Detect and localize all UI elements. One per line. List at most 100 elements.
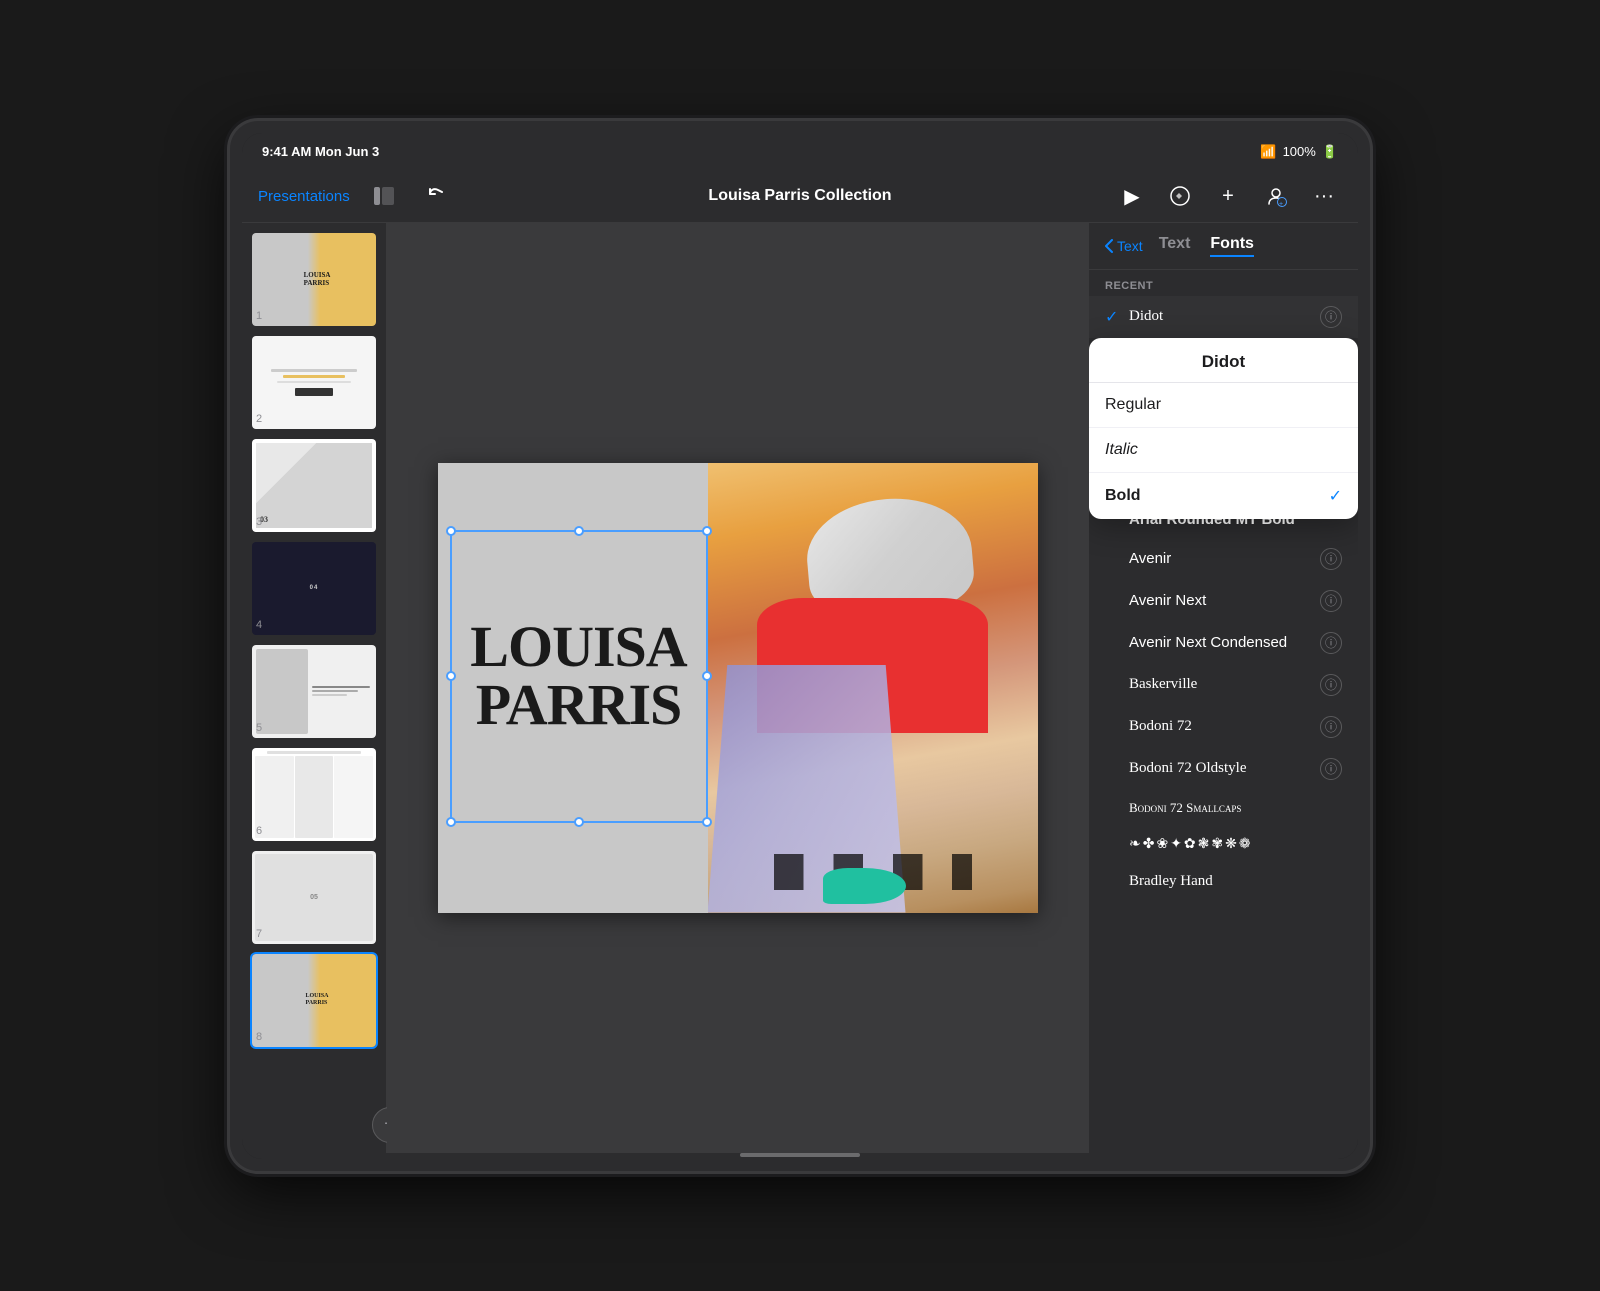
slide-thumb-2[interactable]: 2 (250, 334, 378, 431)
tab-text[interactable]: Text (1159, 235, 1191, 257)
status-right: 📶 100% 🔋 (1260, 144, 1338, 160)
font-name-zapf: ❧✤❀✦✿❃✾❋❁ (1129, 836, 1342, 853)
font-name-didot: Didot (1129, 308, 1320, 325)
didot-dropdown: Didot Regular Italic Bold ✓ (1089, 338, 1358, 519)
slide-thumb-5[interactable]: 5 (250, 643, 378, 740)
font-item-avenir-next-condensed[interactable]: Avenir Next Condensed ⓘ (1089, 622, 1358, 664)
font-item-bradley-hand[interactable]: Bradley Hand (1089, 863, 1358, 900)
slide-canvas: LOUISA PARRIS (438, 463, 1038, 913)
slide-thumb-8[interactable]: LOUISAPARRIS 8 (250, 952, 378, 1049)
panel-back-label: Text (1117, 238, 1143, 254)
font-name-avenir: Avenir (1129, 550, 1320, 567)
canvas-area[interactable]: LOUISA PARRIS (387, 223, 1088, 1153)
selection-handle-tl[interactable] (446, 526, 456, 536)
selection-handle-bl[interactable] (446, 817, 456, 827)
font-item-bodoni72-smallcaps[interactable]: Bodoni 72 Smallcaps (1089, 790, 1358, 826)
collaboration-button[interactable]: + (1258, 178, 1294, 214)
font-item-zapf-dingbats[interactable]: ❧✤❀✦✿❃✾❋❁ (1089, 826, 1358, 863)
dropdown-title: Didot (1089, 338, 1358, 383)
status-bar: 9:41 AM Mon Jun 3 📶 100% 🔋 (242, 133, 1358, 171)
selection-handle-br[interactable] (702, 817, 712, 827)
panel-back-button[interactable]: Text (1105, 238, 1143, 254)
panel-tabs: Text Fonts (1159, 235, 1254, 257)
toolbar: Presentations Louisa Parris Collection ▶ (242, 171, 1358, 223)
slide-number-3: 3 (256, 516, 262, 528)
selection-handle-tr[interactable] (702, 526, 712, 536)
font-name-avenir-next-condensed: Avenir Next Condensed (1129, 634, 1320, 651)
battery-percent: 100% (1283, 144, 1316, 159)
toolbar-left: Presentations (258, 178, 458, 214)
undo-button[interactable] (418, 178, 454, 214)
font-check-didot: ✓ (1105, 307, 1121, 327)
add-slide-button[interactable]: + (372, 1107, 387, 1143)
font-item-didot[interactable]: ✓ Didot ⓘ Didot Regular Italic (1089, 296, 1358, 338)
main-area: LOUISAPARRIS 1 2 (242, 223, 1358, 1153)
font-list: RECENT ✓ Didot ⓘ Didot Regular (1089, 270, 1358, 1153)
svg-text:+: + (1279, 201, 1283, 207)
text-selection-box[interactable]: LOUISA PARRIS (450, 530, 708, 823)
more-options-button[interactable]: ··· (1306, 178, 1342, 214)
recent-section-label: RECENT (1089, 270, 1358, 296)
tab-fonts[interactable]: Fonts (1210, 235, 1254, 257)
font-info-avenir-next[interactable]: ⓘ (1320, 590, 1342, 612)
dropdown-item-italic[interactable]: Italic (1089, 428, 1358, 473)
slide-background-right (708, 463, 1038, 913)
dropdown-check-bold: ✓ (1329, 486, 1342, 506)
font-info-bodoni72[interactable]: ⓘ (1320, 716, 1342, 738)
slide-number-5: 5 (256, 722, 262, 734)
toolbar-right: ▶ + + ··· (1114, 178, 1342, 214)
slide-thumb-3[interactable]: 03 3 (250, 437, 378, 534)
dropdown-item-regular[interactable]: Regular (1089, 383, 1358, 428)
dropdown-item-bold[interactable]: Bold ✓ (1089, 473, 1358, 519)
font-name-bradley-hand: Bradley Hand (1129, 873, 1342, 890)
right-panel: Text Text Fonts RECENT ✓ Didot ⓘ (1088, 223, 1358, 1153)
battery-icon: 🔋 (1322, 144, 1338, 160)
font-info-avenir[interactable]: ⓘ (1320, 548, 1342, 570)
selection-handle-tc[interactable] (574, 526, 584, 536)
font-item-baskerville[interactable]: Baskerville ⓘ (1089, 664, 1358, 706)
font-item-bodoni72-oldstyle[interactable]: Bodoni 72 Oldstyle ⓘ (1089, 748, 1358, 790)
font-name-bodoni72: Bodoni 72 (1129, 718, 1320, 735)
font-info-baskerville[interactable]: ⓘ (1320, 674, 1342, 696)
status-time: 9:41 AM Mon Jun 3 (262, 144, 379, 159)
slide-number-8: 8 (256, 1031, 262, 1043)
font-name-bodoni72-smallcaps: Bodoni 72 Smallcaps (1129, 800, 1342, 816)
font-info-bodoni72-oldstyle[interactable]: ⓘ (1320, 758, 1342, 780)
selection-handle-ml[interactable] (446, 671, 456, 681)
font-name-baskerville: Baskerville (1129, 676, 1320, 693)
slide-number-2: 2 (256, 413, 262, 425)
play-button[interactable]: ▶ (1114, 178, 1150, 214)
ipad-frame: 9:41 AM Mon Jun 3 📶 100% 🔋 Presentations (230, 121, 1370, 1171)
font-name-avenir-next: Avenir Next (1129, 592, 1320, 609)
slide-panel: LOUISAPARRIS 1 2 (242, 223, 387, 1153)
slide-thumb-4[interactable]: 04 4 (250, 540, 378, 637)
home-bar[interactable] (740, 1153, 860, 1157)
document-title[interactable]: Louisa Parris Collection (708, 187, 891, 205)
font-item-bodoni72[interactable]: Bodoni 72 ⓘ (1089, 706, 1358, 748)
selection-handle-bc[interactable] (574, 817, 584, 827)
sidebar-toggle-button[interactable] (366, 178, 402, 214)
ipad-screen: 9:41 AM Mon Jun 3 📶 100% 🔋 Presentations (242, 133, 1358, 1159)
slide-text-line1: LOUISA (470, 618, 686, 676)
dropdown-variant-italic: Italic (1105, 441, 1342, 459)
slide-number-6: 6 (256, 825, 262, 837)
add-object-button[interactable]: + (1210, 178, 1246, 214)
font-name-bodoni72-oldstyle: Bodoni 72 Oldstyle (1129, 760, 1320, 777)
magic-move-button[interactable] (1162, 178, 1198, 214)
wifi-icon: 📶 (1260, 144, 1276, 160)
panel-header: Text Text Fonts (1089, 223, 1358, 270)
font-item-avenir-next[interactable]: Avenir Next ⓘ (1089, 580, 1358, 622)
presentations-button[interactable]: Presentations (258, 188, 350, 205)
slide-number-1: 1 (256, 310, 262, 322)
slide-number-4: 4 (256, 619, 262, 631)
dropdown-variant-regular: Regular (1105, 396, 1342, 414)
font-item-avenir[interactable]: Avenir ⓘ (1089, 538, 1358, 580)
slide-thumb-6[interactable]: 6 (250, 746, 378, 843)
slide-thumb-1[interactable]: LOUISAPARRIS 1 (250, 231, 378, 328)
model-photo (708, 463, 1038, 913)
slide-thumb-7[interactable]: 05 7 (250, 849, 378, 946)
font-info-avenir-next-condensed[interactable]: ⓘ (1320, 632, 1342, 654)
slide-text-content: LOUISA PARRIS (470, 618, 686, 734)
selection-handle-mr[interactable] (702, 671, 712, 681)
font-info-didot[interactable]: ⓘ (1320, 306, 1342, 328)
